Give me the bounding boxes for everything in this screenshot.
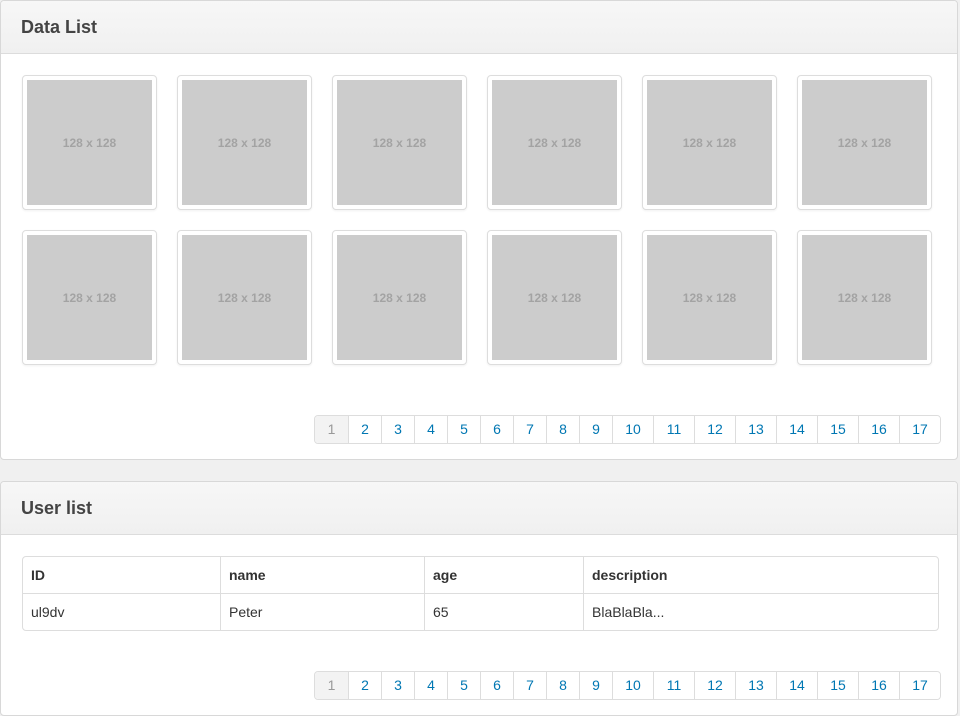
page-link-17[interactable]: 17 — [899, 672, 940, 699]
thumbnail[interactable]: 128 x 128 — [177, 75, 312, 210]
data-list-pagination: 1 2 3 4 5 6 7 8 9 10 11 12 13 14 15 16 1… — [314, 415, 941, 444]
page-link-7[interactable]: 7 — [513, 672, 546, 699]
user-list-pagination: 1 2 3 4 5 6 7 8 9 10 11 12 13 14 15 16 1… — [314, 671, 941, 700]
data-list-title: Data List — [21, 16, 98, 37]
page-link-13[interactable]: 13 — [735, 672, 776, 699]
data-list-header: Data List — [1, 1, 957, 54]
thumbnail[interactable]: 128 x 128 — [642, 75, 777, 210]
thumbnail[interactable]: 128 x 128 — [797, 230, 932, 365]
page-link-2[interactable]: 2 — [348, 416, 381, 443]
thumbnail-placeholder: 128 x 128 — [802, 80, 927, 205]
user-list-header: User list — [1, 482, 957, 535]
page-link-11[interactable]: 11 — [653, 672, 694, 699]
column-header-description[interactable]: description — [583, 557, 938, 593]
page-link-5[interactable]: 5 — [447, 672, 480, 699]
page-link-2[interactable]: 2 — [348, 672, 381, 699]
thumbnail[interactable]: 128 x 128 — [642, 230, 777, 365]
page-link-14[interactable]: 14 — [776, 416, 817, 443]
thumbnail-placeholder: 128 x 128 — [182, 80, 307, 205]
thumbnail[interactable]: 128 x 128 — [332, 230, 467, 365]
page-link-12[interactable]: 12 — [694, 672, 735, 699]
thumbnail[interactable]: 128 x 128 — [177, 230, 312, 365]
page-link-16[interactable]: 16 — [858, 672, 899, 699]
column-header-name[interactable]: name — [220, 557, 424, 593]
page-link-8[interactable]: 8 — [546, 416, 579, 443]
data-list-panel: Data List 128 x 128 128 x 128 128 x 128 … — [0, 0, 958, 460]
page-link-12[interactable]: 12 — [694, 416, 735, 443]
thumbnail[interactable]: 128 x 128 — [22, 75, 157, 210]
thumbnail-placeholder: 128 x 128 — [27, 80, 152, 205]
thumbnail[interactable]: 128 x 128 — [487, 75, 622, 210]
page-link-11[interactable]: 11 — [653, 416, 694, 443]
table-row[interactable]: ul9dv Peter 65 BlaBlaBla... — [23, 593, 938, 630]
page-link-3[interactable]: 3 — [381, 416, 414, 443]
page-link-1[interactable]: 1 — [315, 416, 348, 443]
thumbnail-placeholder: 128 x 128 — [647, 80, 772, 205]
page-link-5[interactable]: 5 — [447, 416, 480, 443]
thumbnail-placeholder: 128 x 128 — [492, 80, 617, 205]
page-link-14[interactable]: 14 — [776, 672, 817, 699]
thumbnail[interactable]: 128 x 128 — [487, 230, 622, 365]
page-link-6[interactable]: 6 — [480, 672, 513, 699]
page-link-4[interactable]: 4 — [414, 416, 447, 443]
thumbnail[interactable]: 128 x 128 — [22, 230, 157, 365]
thumbnail[interactable]: 128 x 128 — [332, 75, 467, 210]
page-link-8[interactable]: 8 — [546, 672, 579, 699]
page-link-10[interactable]: 10 — [612, 416, 653, 443]
page-link-6[interactable]: 6 — [480, 416, 513, 443]
column-header-id[interactable]: ID — [23, 557, 220, 593]
page-link-1[interactable]: 1 — [315, 672, 348, 699]
column-header-age[interactable]: age — [424, 557, 583, 593]
thumbnail[interactable]: 128 x 128 — [797, 75, 932, 210]
page-link-16[interactable]: 16 — [858, 416, 899, 443]
user-list-panel: User list ID name age description ul9dv … — [0, 481, 958, 716]
user-table: ID name age description ul9dv Peter 65 B… — [22, 556, 939, 631]
page-link-17[interactable]: 17 — [899, 416, 940, 443]
page-link-15[interactable]: 15 — [817, 416, 858, 443]
cell-age: 65 — [424, 593, 583, 630]
page-link-13[interactable]: 13 — [735, 416, 776, 443]
thumbnail-placeholder: 128 x 128 — [182, 235, 307, 360]
page-link-9[interactable]: 9 — [579, 672, 612, 699]
thumbnail-placeholder: 128 x 128 — [27, 235, 152, 360]
thumbnail-placeholder: 128 x 128 — [337, 235, 462, 360]
page-link-9[interactable]: 9 — [579, 416, 612, 443]
table-header-row: ID name age description — [23, 557, 938, 593]
thumbnail-grid: 128 x 128 128 x 128 128 x 128 128 x 128 … — [22, 75, 932, 365]
page-link-7[interactable]: 7 — [513, 416, 546, 443]
thumbnail-placeholder: 128 x 128 — [647, 235, 772, 360]
page-link-15[interactable]: 15 — [817, 672, 858, 699]
cell-id: ul9dv — [23, 593, 220, 630]
thumbnail-placeholder: 128 x 128 — [802, 235, 927, 360]
page-link-4[interactable]: 4 — [414, 672, 447, 699]
thumbnail-placeholder: 128 x 128 — [337, 80, 462, 205]
cell-description: BlaBlaBla... — [583, 593, 938, 630]
page-link-10[interactable]: 10 — [612, 672, 653, 699]
page-link-3[interactable]: 3 — [381, 672, 414, 699]
user-list-title: User list — [21, 497, 93, 518]
cell-name: Peter — [220, 593, 424, 630]
thumbnail-placeholder: 128 x 128 — [492, 235, 617, 360]
